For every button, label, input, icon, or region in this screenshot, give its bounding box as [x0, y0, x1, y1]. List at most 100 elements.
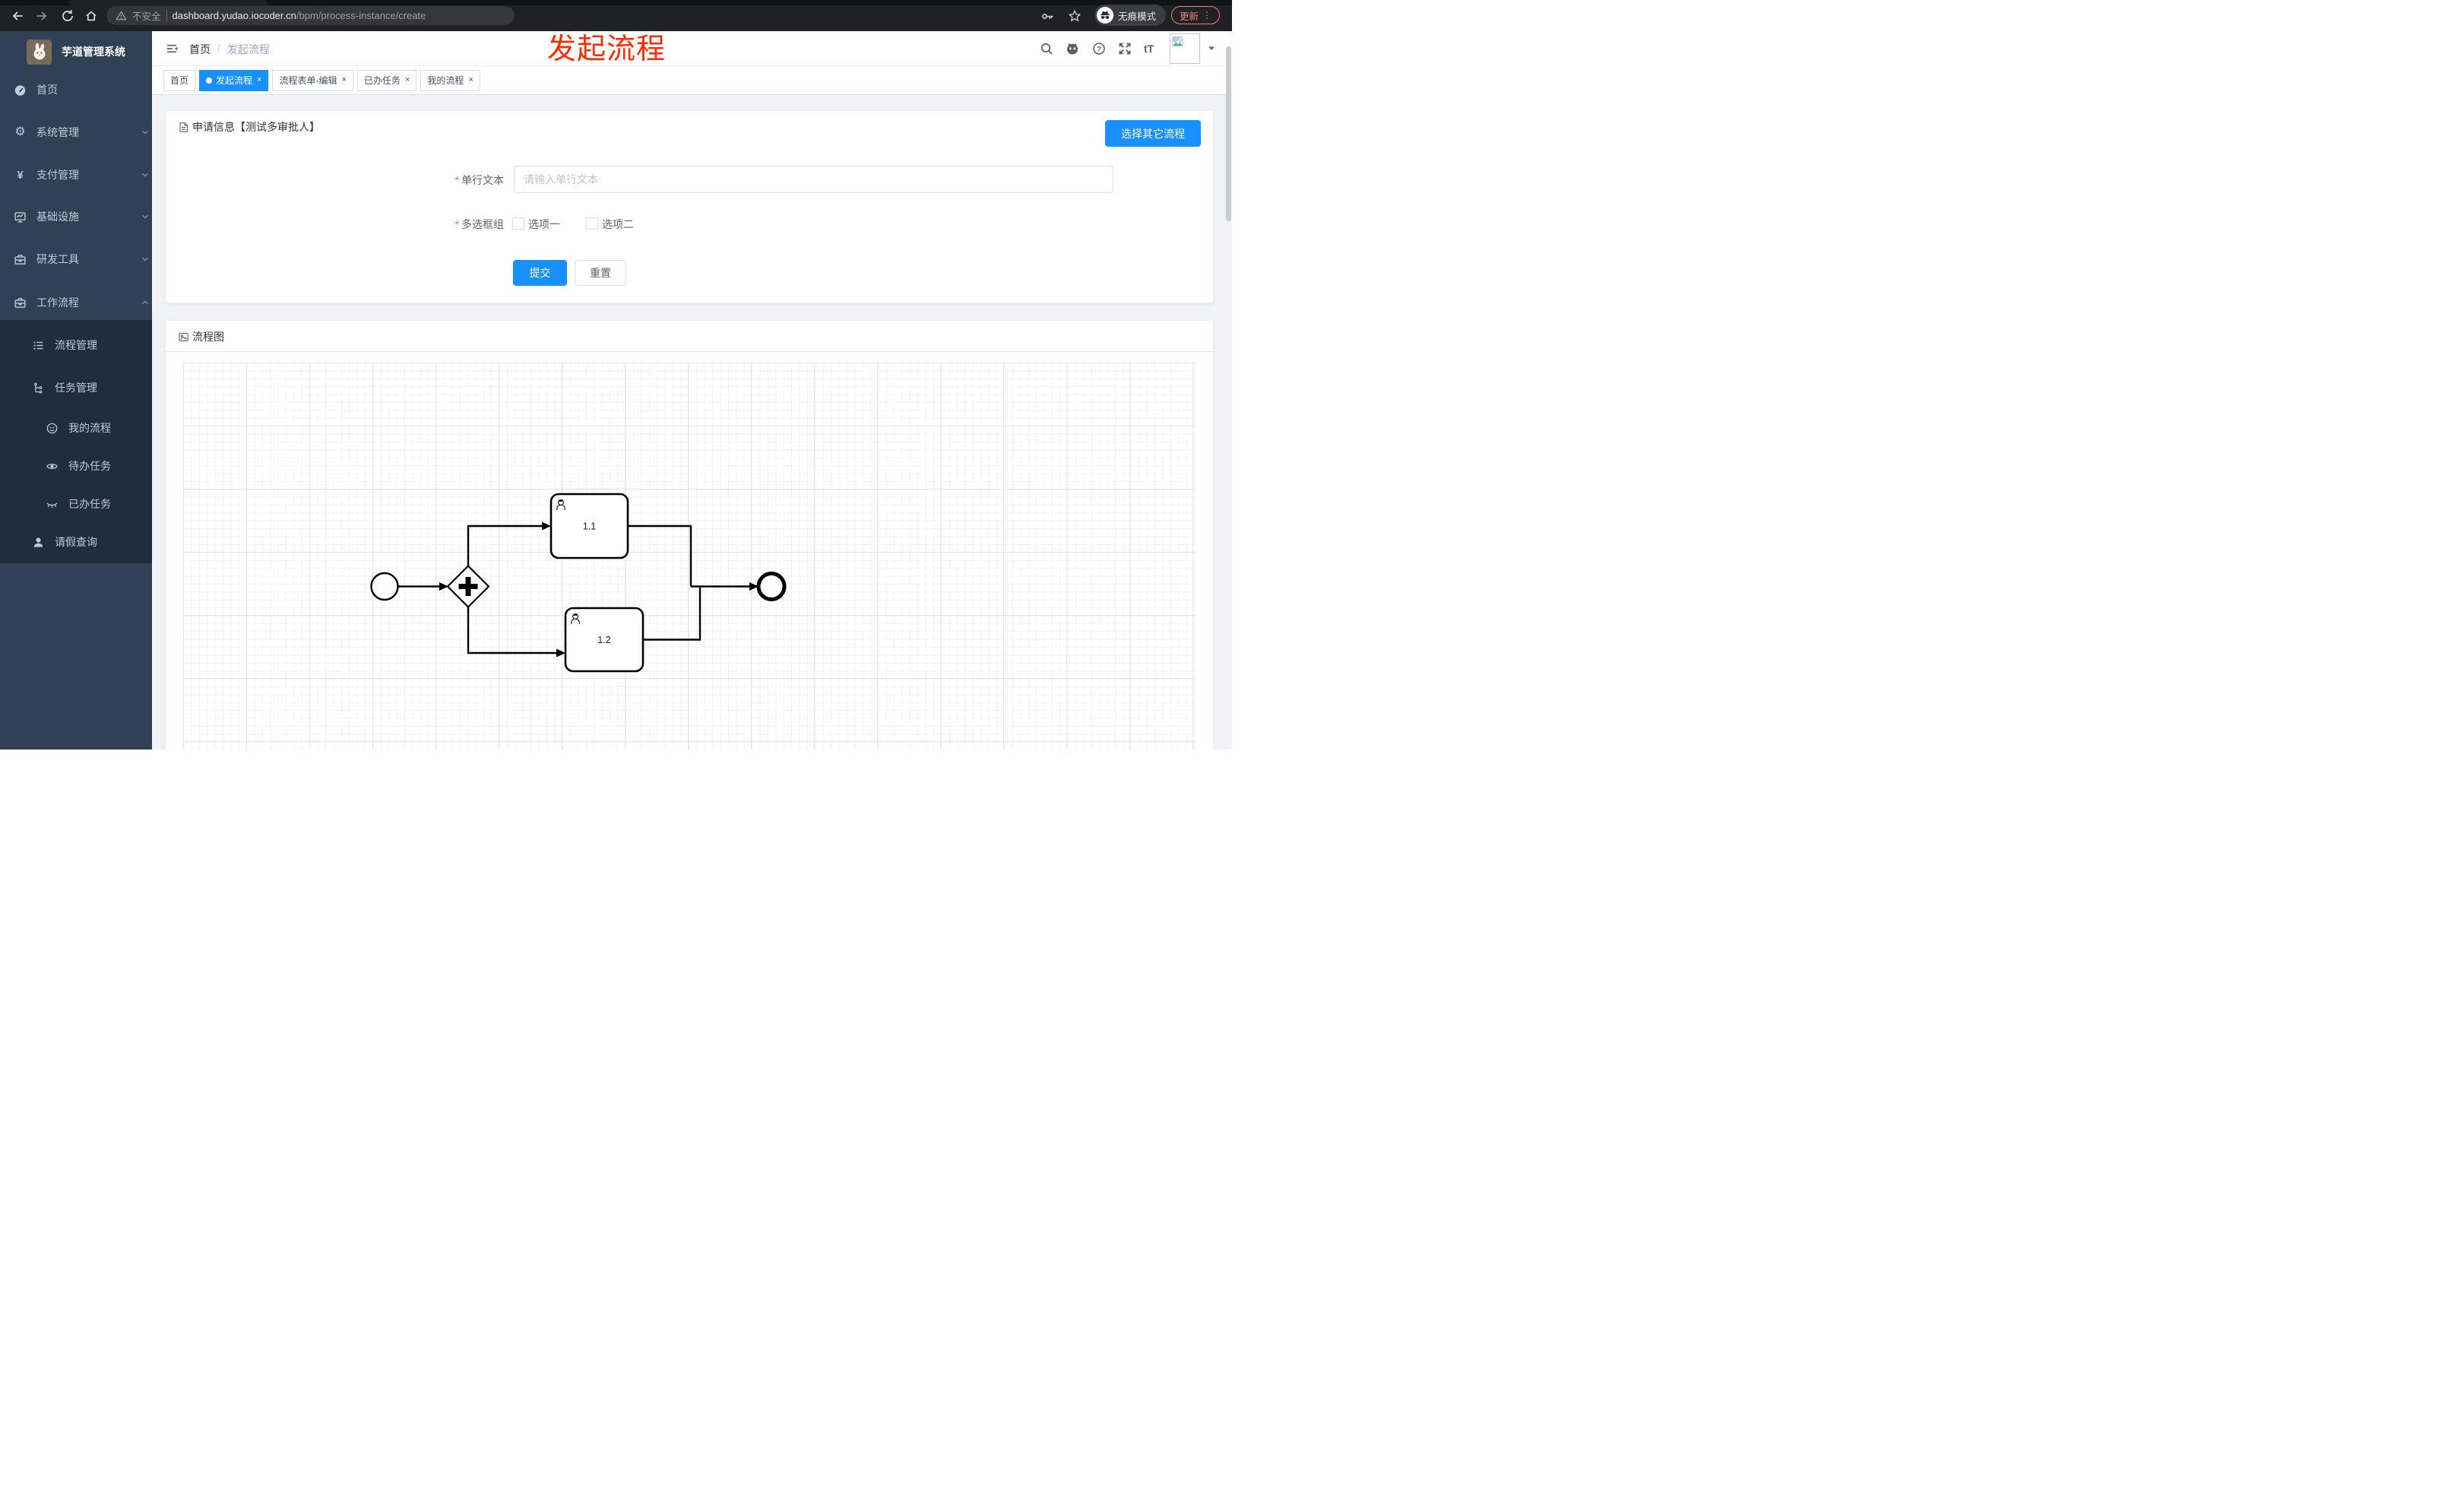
help-icon[interactable]: ? [1092, 42, 1106, 55]
sidebar-item-label: 首页 [36, 84, 58, 96]
avatar-caret-down-icon[interactable] [1208, 46, 1221, 59]
forward-icon[interactable] [35, 9, 49, 23]
sidebar-item-label: 基础设施 [36, 211, 79, 223]
checkbox-option-1-label[interactable]: 选项一 [528, 217, 560, 232]
tab-form-edit[interactable]: 流程表单-编辑 × [272, 69, 353, 91]
bpmn-end-event[interactable] [756, 572, 787, 601]
home-icon[interactable] [84, 9, 98, 23]
sidebar-item-label: 研发工具 [36, 253, 79, 265]
tab-close-icon[interactable]: × [257, 76, 261, 84]
eye-closed-icon [46, 498, 59, 511]
user-icon [32, 536, 45, 549]
browser-update-button[interactable]: 更新 ⋮ [1171, 6, 1220, 24]
bpmn-canvas[interactable]: 1.1 1.2 [183, 363, 1196, 750]
process-diagram-card: 流程图 1.1 1.2 [165, 320, 1214, 750]
search-icon[interactable] [1040, 42, 1053, 55]
bpmn-user-task-1-2[interactable]: 1.2 [564, 607, 645, 673]
tab-label: 流程表单-编辑 [279, 75, 337, 86]
sidebar-item-workflow[interactable]: 工作流程 [0, 284, 166, 322]
checkbox-option-2-label[interactable]: 选项二 [602, 217, 634, 232]
bookmark-star-icon[interactable] [1068, 9, 1082, 23]
svg-text:?: ? [1097, 45, 1101, 53]
url-bar[interactable]: 不安全 dashboard.yudao.iocoder.cn/bpm/proce… [106, 6, 515, 25]
bpmn-user-task-1-1[interactable]: 1.1 [549, 493, 629, 559]
breadcrumb-separator: / [217, 42, 220, 54]
browser-menu-kebab-icon[interactable]: ⋮ [1202, 11, 1211, 20]
tab-label: 首页 [170, 75, 189, 86]
page-scrollbar[interactable] [1226, 31, 1231, 750]
tab-home[interactable]: 首页 [163, 69, 196, 91]
chevron-down-icon [141, 255, 150, 264]
sidebar-item-label: 支付管理 [36, 169, 79, 181]
apply-info-card: 申请信息【测试多审批人】 选择其它流程 *单行文本 *多选框组 选项一 选项二 … [165, 110, 1214, 303]
url-divider [166, 10, 167, 21]
reload-icon[interactable] [61, 9, 74, 23]
task-label: 1.2 [597, 635, 610, 645]
chevron-down-icon [141, 170, 150, 179]
sidebar-item-system[interactable]: ⚙ 系统管理 [0, 113, 166, 151]
scrollbar-thumb[interactable] [1226, 46, 1231, 221]
eye-open-icon [46, 460, 59, 473]
breadcrumb-home[interactable]: 首页 [189, 42, 211, 57]
app-title: 芋道管理系统 [62, 46, 125, 58]
warning-triangle-icon [116, 10, 127, 21]
select-other-process-button[interactable]: 选择其它流程 [1105, 120, 1201, 147]
reset-button[interactable]: 重置 [575, 260, 626, 286]
tags-view-bar: 首页 发起流程 × 流程表单-编辑 × 已办任务 × 我的流程 × [152, 66, 1232, 95]
checkbox-option-1[interactable] [512, 217, 524, 230]
checkbox-option-2[interactable] [586, 217, 598, 230]
app-logo [27, 39, 52, 65]
checkbox-group-label: * 多选框组 [454, 218, 504, 230]
main-area: 首页 / 发起流程 ? tT 首页 发起流程 × 流程表单-编辑 × 已办任务 … [152, 31, 1232, 750]
red-annotation-title: 发起流程 [547, 33, 667, 65]
apply-info-title: 申请信息【测试多审批人】 [192, 121, 320, 133]
dashboard-icon [14, 84, 27, 97]
tab-done-tasks[interactable]: 已办任务 × [356, 69, 417, 91]
avatar[interactable] [1170, 33, 1200, 64]
security-label[interactable]: 不安全 [132, 8, 161, 23]
single-line-text-input[interactable] [514, 166, 1113, 193]
required-asterisk: * [454, 174, 459, 186]
github-icon[interactable] [1066, 42, 1079, 55]
sidebar-item-infrastructure[interactable]: 基础设施 [0, 198, 166, 236]
fullscreen-icon[interactable] [1118, 42, 1132, 55]
tab-label: 我的流程 [427, 75, 464, 86]
font-size-icon[interactable]: tT [1144, 43, 1154, 56]
sidebar-logo-row[interactable]: 芋道管理系统 [0, 36, 152, 67]
diagram-title-row: 流程图 [178, 329, 224, 344]
active-dot [206, 77, 213, 84]
sidebar-item-label: 任务管理 [55, 382, 97, 394]
back-icon[interactable] [11, 9, 24, 23]
bpmn-parallel-gateway[interactable] [446, 564, 490, 609]
sidebar-item-payment[interactable]: ¥ 支付管理 [0, 156, 166, 194]
tab-close-icon[interactable]: × [468, 76, 473, 84]
text-field-label: * 单行文本 [454, 174, 504, 186]
picture-icon [178, 331, 189, 343]
submit-button[interactable]: 提交 [513, 260, 567, 286]
url-path: /bpm/process-instance/create [296, 10, 426, 21]
sidebar-item-home[interactable]: 首页 [0, 71, 166, 109]
incognito-label: 无痕模式 [1118, 11, 1157, 22]
tab-close-icon[interactable]: × [341, 76, 346, 84]
screenshot-root: 不安全 dashboard.yudao.iocoder.cn/bpm/proce… [0, 0, 1232, 750]
browser-active-tab[interactable] [68, 0, 268, 5]
apply-info-title-row: 申请信息【测试多审批人】 [178, 119, 320, 135]
tab-label: 已办任务 [363, 75, 401, 86]
tab-close-icon[interactable]: × [405, 76, 410, 84]
bpmn-start-event[interactable] [370, 572, 399, 601]
sidebar-fold-icon[interactable] [165, 42, 179, 55]
sidebar-item-devtools[interactable]: 研发工具 [0, 240, 166, 278]
sidebar-item-label: 工作流程 [36, 296, 79, 309]
browser-tab-strip [0, 0, 1232, 5]
key-icon[interactable] [1041, 10, 1055, 24]
document-icon [178, 122, 189, 133]
sidebar-item-label: 流程管理 [55, 339, 97, 351]
incognito-icon [1097, 7, 1113, 24]
tab-start-process[interactable]: 发起流程 × [199, 69, 269, 91]
tree-icon [32, 382, 45, 395]
incognito-badge: 无痕模式 [1094, 5, 1166, 26]
face-icon [46, 422, 59, 435]
yuan-icon: ¥ [17, 168, 24, 182]
update-label: 更新 [1179, 11, 1199, 22]
tab-my-process[interactable]: 我的流程 × [420, 69, 480, 91]
